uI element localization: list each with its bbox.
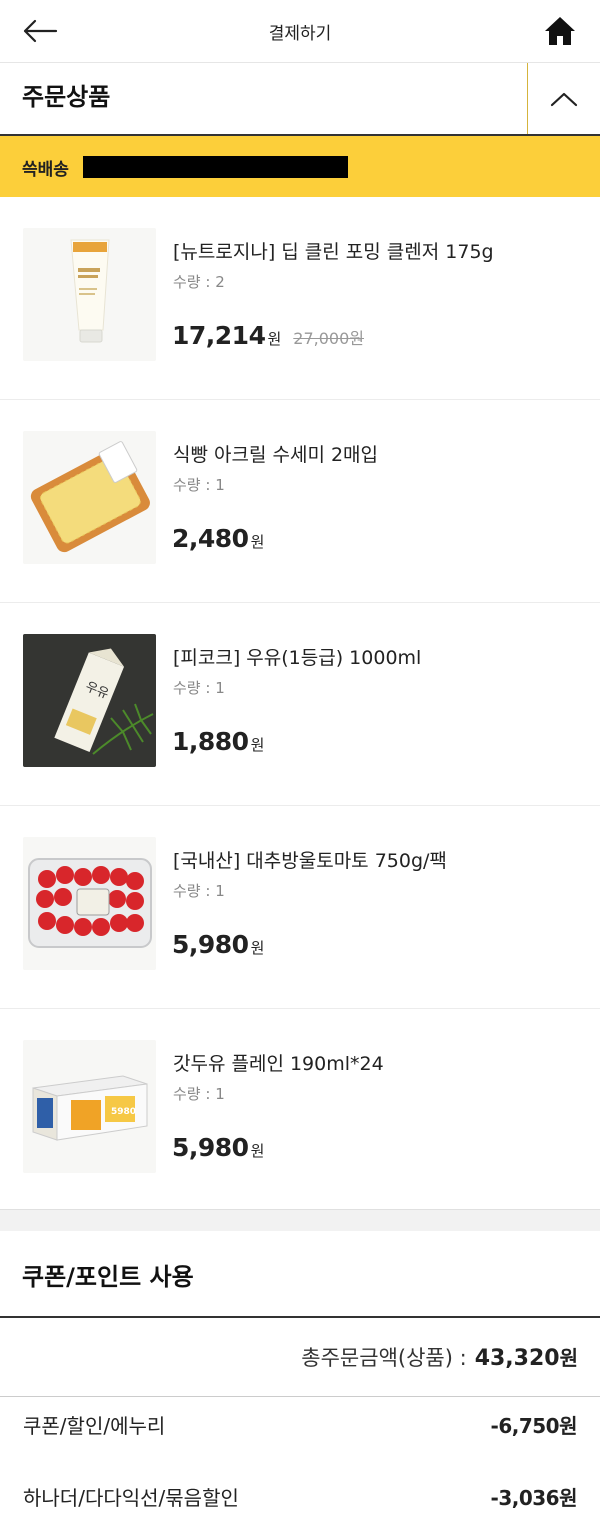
delivery-band: 쓱배송 (0, 136, 600, 197)
price-value: 2,480 (172, 524, 249, 553)
page-title: 결제하기 (268, 24, 332, 44)
price-currency: 원 (250, 939, 265, 957)
price-value: 1,880 (172, 727, 249, 756)
bread-scrubber-image (23, 431, 156, 564)
order-total-row: 총주문금액(상품) : 43,320 원 (0, 1318, 600, 1397)
price-currency: 원 (267, 330, 282, 348)
product-item[interactable]: 5980 갓두유 플레인 190ml*24 수량 : 1 5,980 원 (0, 1009, 600, 1212)
delivery-type-label: 쓱배송 (22, 160, 69, 180)
discount-label: 쿠폰/할인/에누리 (23, 1414, 166, 1438)
svg-text:5980: 5980 (111, 1107, 136, 1117)
price-currency: 원 (250, 533, 265, 551)
price-value: 5,980 (172, 930, 249, 959)
order-total-currency: 원 (559, 1346, 578, 1370)
product-name: [피코크] 우유(1등급) 1000ml (173, 647, 422, 669)
order-items-title: 주문상품 (22, 83, 111, 111)
product-price: 5,980 원 (172, 1133, 276, 1162)
product-list: [뉴트로지나] 딥 클린 포밍 클렌저 175g 수량 : 2 17,214 원… (0, 197, 600, 1212)
price-currency: 원 (250, 1142, 265, 1160)
product-price: 17,214 원 27,000원 (172, 321, 364, 350)
order-items-header: 주문상품 (0, 63, 600, 136)
cherry-tomato-pack-image (23, 837, 156, 970)
top-bar: 결제하기 (0, 0, 600, 63)
coupon-point-header[interactable]: 쿠폰/포인트 사용 (0, 1231, 600, 1318)
discount-value: -6,750원 (490, 1414, 578, 1438)
coupon-point-title: 쿠폰/포인트 사용 (22, 1263, 194, 1291)
price-value: 17,214 (172, 321, 266, 350)
milk-carton-image: 우유 (23, 634, 156, 767)
collapse-button[interactable] (527, 63, 600, 134)
discount-value: -3,036원 (490, 1486, 578, 1510)
home-icon (545, 17, 575, 45)
product-item[interactable]: [국내산] 대추방울토마토 750g/팩 수량 : 1 5,980 원 (0, 806, 600, 1009)
price-value: 5,980 (172, 1133, 249, 1162)
soymilk-box-image: 5980 (23, 1040, 156, 1173)
product-price: 2,480 원 (172, 524, 276, 553)
order-total: 총주문금액(상품) : 43,320 원 (301, 1342, 578, 1372)
product-item[interactable]: [뉴트로지나] 딥 클린 포밍 클렌저 175g 수량 : 2 17,214 원… (0, 197, 600, 400)
product-price: 1,880 원 (172, 727, 276, 756)
product-quantity: 수량 : 1 (173, 1085, 225, 1103)
product-quantity: 수량 : 1 (173, 882, 225, 900)
product-quantity: 수량 : 1 (173, 679, 225, 697)
product-name: [국내산] 대추방울토마토 750g/팩 (173, 850, 447, 872)
product-item[interactable]: 우유 [피코크] 우유(1등급) 1000ml 수량 : 1 1,880 원 (0, 603, 600, 806)
discount-label: 하나더/다다익선/묶음할인 (23, 1486, 239, 1510)
product-name: [뉴트로지나] 딥 클린 포밍 클렌저 175g (173, 241, 494, 263)
product-quantity: 수량 : 1 (173, 476, 225, 494)
order-total-label: 총주문금액(상품) : (301, 1346, 467, 1370)
section-divider (0, 1209, 600, 1231)
original-price: 27,000원 (293, 329, 365, 348)
product-item[interactable]: 식빵 아크릴 수세미 2매입 수량 : 1 2,480 원 (0, 400, 600, 603)
product-name: 갓두유 플레인 190ml*24 (173, 1053, 384, 1075)
chevron-up-icon (550, 92, 578, 106)
cleanser-tube-image (23, 228, 156, 361)
product-price: 5,980 원 (172, 930, 276, 959)
home-button[interactable] (538, 10, 582, 52)
discount-row: 쿠폰/할인/에누리 -6,750원 (0, 1398, 600, 1450)
order-total-amount: 43,320 (474, 1346, 560, 1371)
redacted-address (83, 156, 348, 178)
product-quantity: 수량 : 2 (173, 273, 225, 291)
product-name: 식빵 아크릴 수세미 2매입 (173, 444, 379, 466)
price-currency: 원 (250, 736, 265, 754)
discount-row: 하나더/다다익선/묶음할인 -3,036원 (0, 1470, 600, 1520)
